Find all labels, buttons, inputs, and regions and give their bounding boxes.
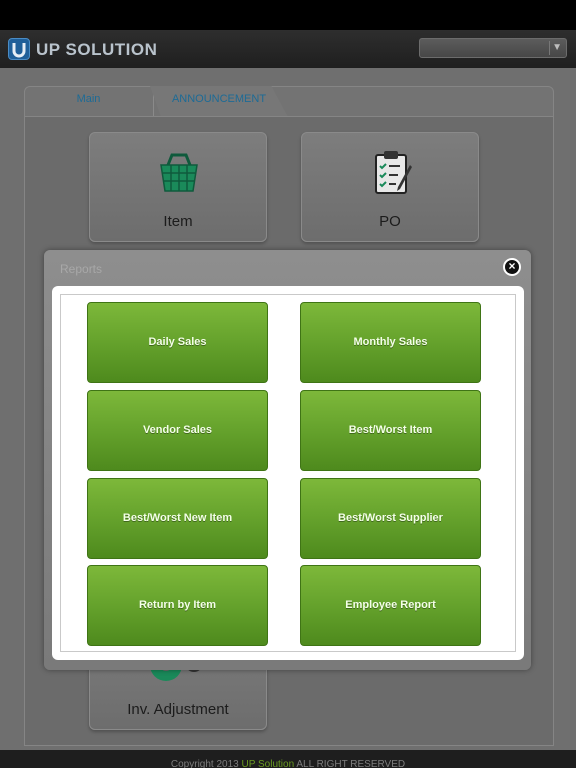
tab-announcement[interactable]: ANNOUNCEMENT (150, 86, 288, 117)
item-tile[interactable]: Item (89, 132, 267, 242)
po-tile[interactable]: PO (301, 132, 479, 242)
logo-icon (8, 38, 30, 60)
po-tile-label: PO (379, 213, 401, 230)
footer-suffix: ALL RIGHT RESERVED (294, 759, 406, 768)
best-worst-supplier-button[interactable]: Best/Worst Supplier (300, 478, 481, 559)
dialog-title: Reports (60, 262, 103, 276)
footer: Copyright 2013 UP Solution ALL RIGHT RES… (0, 750, 576, 768)
basket-icon (160, 153, 198, 192)
footer-brand: UP Solution (241, 759, 295, 768)
vendor-sales-button[interactable]: Vendor Sales (87, 390, 268, 471)
footer-prefix: Copyright 2013 (170, 759, 242, 768)
status-bar (0, 0, 576, 30)
clipboard-icon (375, 151, 412, 194)
return-by-item-button[interactable]: Return by Item (87, 565, 268, 646)
chevron-down-icon: ▼ (552, 42, 562, 53)
dropdown-divider (549, 41, 550, 55)
inv-adjustment-tile-label: Inv. Adjustment (127, 701, 229, 718)
item-tile-label: Item (163, 213, 193, 230)
best-worst-item-button[interactable]: Best/Worst Item (300, 390, 481, 471)
employee-report-button[interactable]: Employee Report (300, 565, 481, 646)
logo-text: UP SOLUTION (36, 40, 158, 59)
best-worst-new-item-button[interactable]: Best/Worst New Item (87, 478, 268, 559)
tab-main[interactable]: Main (24, 86, 154, 117)
close-icon[interactable]: × (503, 258, 521, 276)
monthly-sales-button[interactable]: Monthly Sales (300, 302, 481, 383)
header-dropdown[interactable]: ▼ (419, 38, 567, 58)
daily-sales-button[interactable]: Daily Sales (87, 302, 268, 383)
